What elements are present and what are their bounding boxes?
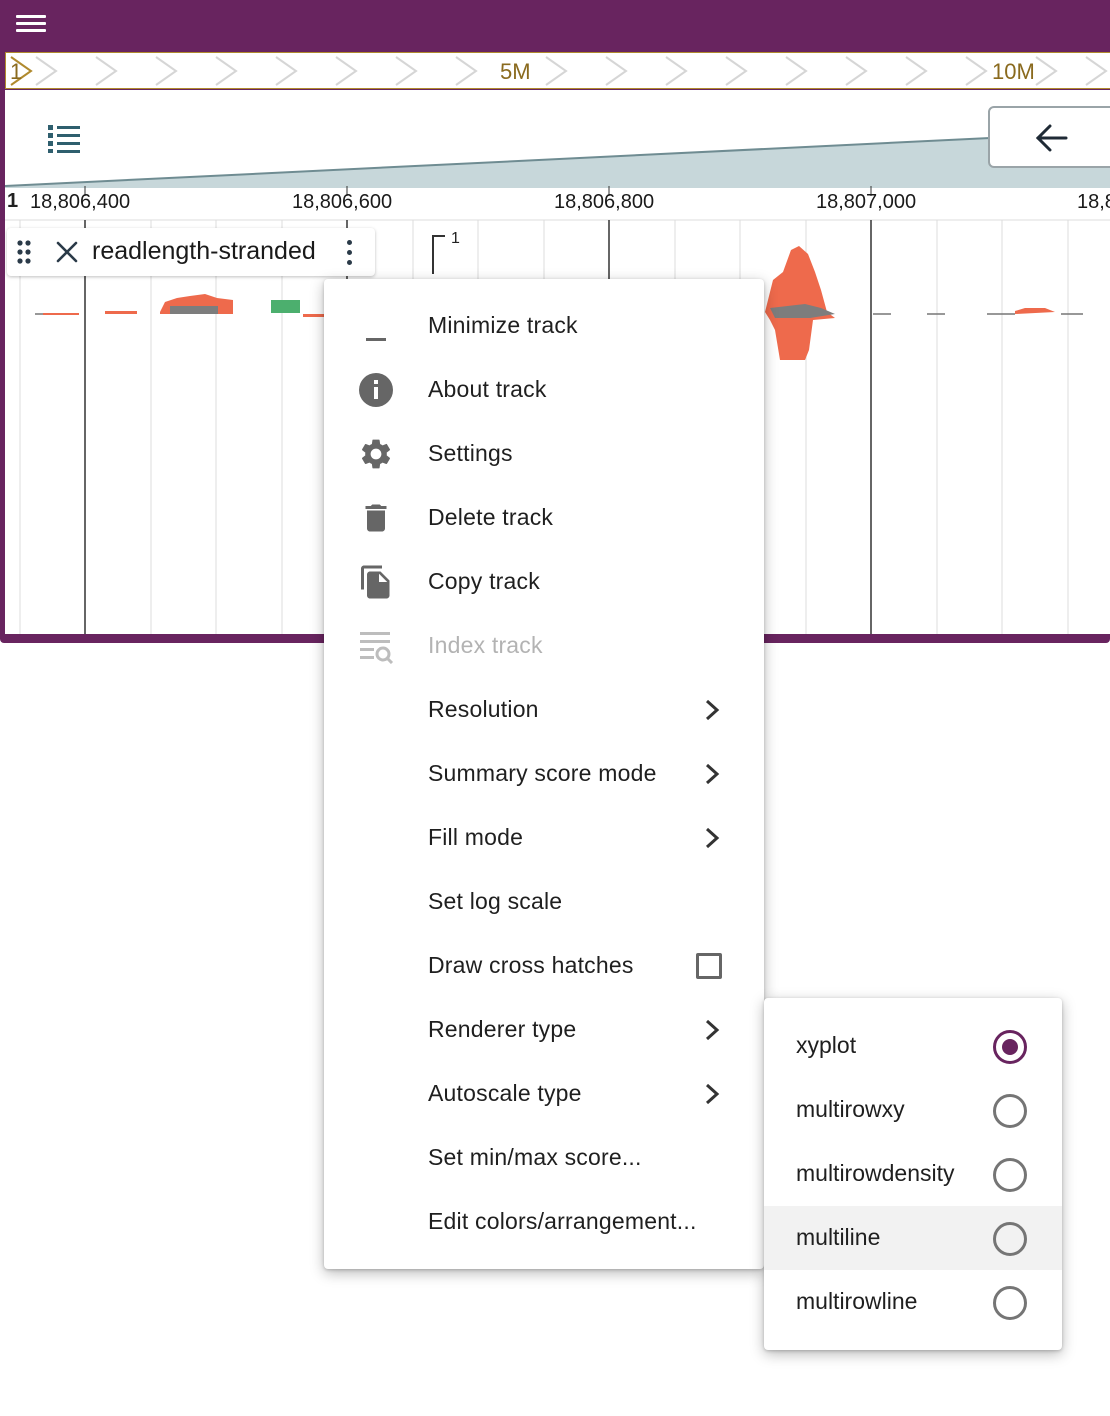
radio-icon[interactable]	[993, 1222, 1027, 1256]
overview-label-start: 1	[10, 59, 23, 84]
trash-icon	[365, 504, 387, 532]
chevron-right-icon	[705, 699, 720, 721]
menu-item-resolution[interactable]: Resolution	[324, 678, 764, 742]
menu-item-autoscale-type[interactable]: Autoscale type	[324, 1062, 764, 1126]
ruler-start-label: 1	[7, 190, 19, 212]
hamburger-menu-icon[interactable]	[16, 12, 46, 38]
track-menu-icon[interactable]	[347, 240, 355, 266]
track-name: readlength-stranded	[92, 237, 316, 265]
chevron-right-icon	[705, 1083, 720, 1105]
zoom-region-indicator	[5, 137, 1110, 188]
renderer-option-multirowdensity[interactable]: multirowdensity	[764, 1142, 1062, 1206]
chevron-right-icon	[705, 763, 720, 785]
track-context-menu: Minimize track About track Settings Dele…	[324, 279, 764, 1269]
menu-item-set-min-max-score[interactable]: Set min/max score...	[324, 1126, 764, 1190]
chevron-right-icon	[705, 827, 720, 849]
info-icon	[359, 373, 393, 407]
renderer-option-xyplot[interactable]: xyplot	[764, 1014, 1062, 1078]
overview-label-5m: 5M	[500, 59, 531, 84]
cross-hatches-checkbox[interactable]	[696, 953, 722, 979]
overview-chevrons	[10, 56, 1108, 86]
menu-item-summary-score-mode[interactable]: Summary score mode	[324, 742, 764, 806]
ruler-tick-label: 18,806,400	[30, 191, 131, 213]
ruler-tick-label: 18,807,000	[816, 191, 917, 213]
radio-icon[interactable]	[993, 1158, 1027, 1192]
gear-icon	[361, 439, 391, 469]
menu-item-about-track[interactable]: About track	[324, 358, 764, 422]
renderer-type-submenu: xyplot multirowxy multirowdensity multil…	[764, 998, 1062, 1350]
menu-item-delete-track[interactable]: Delete track	[324, 486, 764, 550]
menu-item-index-track: Index track	[324, 614, 764, 678]
menu-item-minimize-track[interactable]: Minimize track	[324, 294, 764, 358]
track-scale-label: 1	[451, 230, 460, 247]
menu-item-set-log-scale[interactable]: Set log scale	[324, 870, 764, 934]
overview-label-10m: 10M	[992, 59, 1035, 84]
back-button[interactable]	[988, 106, 1110, 168]
chevron-right-icon	[705, 1019, 720, 1041]
index-search-icon	[360, 632, 394, 664]
minimize-icon	[366, 338, 386, 341]
menu-item-draw-cross-hatches[interactable]: Draw cross hatches	[324, 934, 764, 998]
ruler-tick-label: 18,806,800	[554, 191, 655, 213]
track-label: readlength-stranded	[7, 228, 375, 276]
arrow-left-icon	[1035, 124, 1068, 152]
renderer-option-multirowline[interactable]: multirowline	[764, 1270, 1062, 1334]
copy-icon	[361, 565, 390, 599]
ruler-tick-label: 18,8	[1077, 191, 1110, 213]
radio-icon[interactable]	[993, 1286, 1027, 1320]
menu-item-renderer-type[interactable]: Renderer type	[324, 998, 764, 1062]
close-track-icon[interactable]	[55, 240, 79, 264]
menu-item-edit-colors[interactable]: Edit colors/arrangement...	[324, 1190, 764, 1254]
menu-item-settings[interactable]: Settings	[324, 422, 764, 486]
renderer-option-multiline[interactable]: multiline	[764, 1206, 1062, 1270]
ruler-tick-label: 18,806,600	[292, 191, 393, 213]
drag-handle-icon[interactable]	[17, 240, 31, 264]
renderer-option-multirowxy[interactable]: multirowxy	[764, 1078, 1062, 1142]
radio-selected-icon[interactable]	[993, 1030, 1027, 1064]
overview-bar[interactable]: 1 5M 10M	[5, 52, 1110, 89]
radio-icon[interactable]	[993, 1094, 1027, 1128]
menu-item-copy-track[interactable]: Copy track	[324, 550, 764, 614]
menu-item-fill-mode[interactable]: Fill mode	[324, 806, 764, 870]
